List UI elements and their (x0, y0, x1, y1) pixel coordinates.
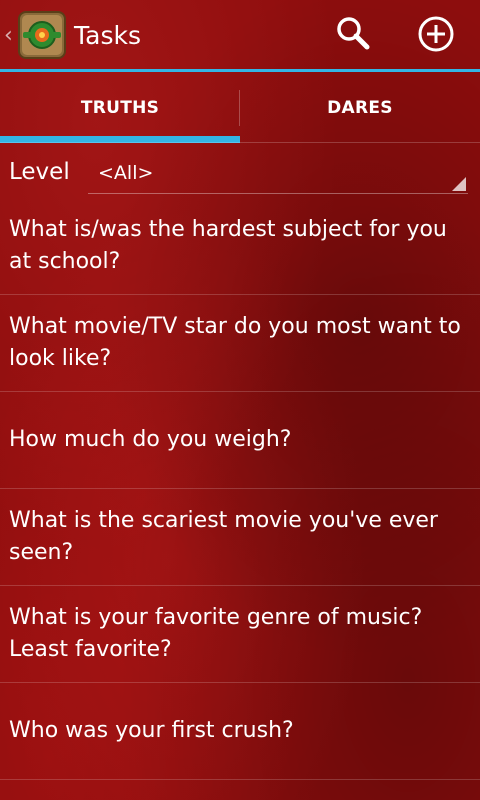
list-item[interactable]: What is the scariest movie you've ever s… (0, 489, 480, 586)
list-item[interactable]: Who was your first crush? (0, 683, 480, 780)
search-button[interactable] (330, 12, 378, 60)
spinner-arrow-icon (452, 177, 466, 191)
bottle-spinner-icon[interactable] (18, 11, 66, 59)
list-item-text: What is/was the hardest subject for you … (9, 217, 447, 274)
level-spinner-value: <All> (98, 162, 154, 184)
tab-dares[interactable]: DARES (240, 72, 480, 144)
tab-bar: TRUTHS DARES (0, 72, 480, 144)
list-item[interactable]: How much do you weigh? (0, 392, 480, 489)
level-label: Level (9, 159, 70, 185)
tab-dares-label: DARES (327, 98, 393, 118)
search-icon (334, 14, 374, 58)
list-item[interactable]: What is your favorite genre of music? Le… (0, 586, 480, 683)
page-title: Tasks (74, 21, 141, 50)
list-item[interactable]: What is/was the hardest subject for you … (0, 198, 480, 295)
tab-truths[interactable]: TRUTHS (0, 72, 240, 144)
add-circle-icon (416, 14, 456, 58)
level-filter-row: Level <All> (0, 148, 480, 196)
list-item-text: How much do you weigh? (9, 427, 292, 452)
tab-bar-bottom-line (0, 142, 480, 143)
task-list: What is/was the hardest subject for you … (0, 198, 480, 780)
action-bar: ‹ Tasks (0, 0, 480, 72)
chevron-left-icon[interactable]: ‹ (4, 24, 14, 48)
tab-truths-label: TRUTHS (80, 98, 160, 118)
list-item-text: What is your favorite genre of music? Le… (9, 605, 423, 662)
tab-divider (239, 90, 240, 126)
list-item-text: Who was your first crush? (9, 718, 294, 743)
list-item[interactable]: What movie/TV star do you most want to l… (0, 295, 480, 392)
level-spinner[interactable]: <All> (88, 154, 468, 194)
add-task-button[interactable] (412, 12, 460, 60)
list-item-text: What movie/TV star do you most want to l… (9, 314, 461, 371)
list-item-text: What is the scariest movie you've ever s… (9, 508, 438, 565)
